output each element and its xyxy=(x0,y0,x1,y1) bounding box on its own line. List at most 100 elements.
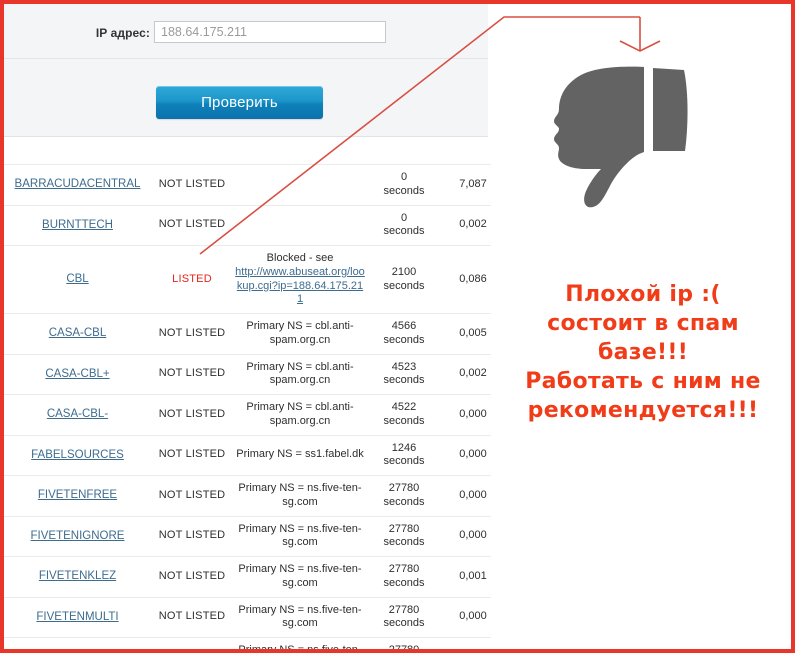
rbl-name-link[interactable]: CASA-CBL+ xyxy=(45,368,109,380)
table-row: BURNTTECH NOT LISTED 0 seconds 0,002 xyxy=(4,205,505,246)
reason-text: Primary NS = ns.five-ten-sg.com xyxy=(238,482,362,508)
rbl-name-link[interactable]: CASA-CBL- xyxy=(47,408,108,420)
rbl-name-link[interactable]: BARRACUDACENTRAL xyxy=(15,178,141,190)
reason-cell: Primary NS = ns.five-ten-sg.com xyxy=(233,516,367,557)
status-badge-listed: LISTED xyxy=(172,272,212,285)
status-cell: NOT LISTED xyxy=(151,313,233,355)
reason-cell: Primary NS = ns.five-ten-sg.com xyxy=(233,597,367,638)
reason-text: Primary NS = cbl.anti-spam.org.cn xyxy=(246,360,354,387)
status-cell: NOT LISTED xyxy=(151,516,233,557)
response-time-value: 7,087 xyxy=(459,177,487,190)
response-time-value: 0,000 xyxy=(459,529,487,542)
response-time-value: 0,002 xyxy=(459,218,487,231)
status-cell: NOT LISTED xyxy=(151,205,233,246)
status-cell: NOT LISTED xyxy=(151,637,233,649)
ttl-cell: 1246 seconds xyxy=(367,435,441,476)
ttl-unit: seconds xyxy=(383,225,425,238)
rbl-name-link[interactable]: CASA-CBL xyxy=(49,327,107,339)
ttl-cell: 4522 seconds xyxy=(367,394,441,436)
response-time-value: 0,001 xyxy=(459,569,487,582)
status-badge-not-listed: NOT LISTED xyxy=(158,407,226,420)
ttl-value: 0 xyxy=(400,211,408,224)
warning-line: рекомендуется!!! xyxy=(527,398,759,424)
rbl-name-cell: BURNTTECH xyxy=(4,205,151,246)
table-row: FIVETENMULTI NOT LISTED Primary NS = ns.fi… xyxy=(4,597,505,638)
reason-text: Primary NS = ns.five-ten-sg.com xyxy=(238,522,362,549)
rbl-name-cell: FIVETENKLEZ xyxy=(4,556,151,598)
ttl-unit: seconds xyxy=(383,184,425,197)
ttl-unit: seconds xyxy=(383,455,425,468)
reason-cell: Primary NS = ns.five-ten-sg.com xyxy=(233,475,367,517)
reason-text: Primary NS = cbl.anti-spam.org.cn xyxy=(246,320,354,346)
reason-text: Primary NS = cbl.anti-spam.org.cn xyxy=(246,401,354,427)
status-badge-not-listed: NOT LISTED xyxy=(158,326,226,339)
status-badge-not-listed: NOT LISTED xyxy=(158,177,226,190)
rbl-name-link[interactable]: BURNTTECH xyxy=(42,219,113,231)
rbl-name-cell: FIVETENMULTI xyxy=(4,597,151,638)
warning-message: Плохой ip :( состоит в спам базе!!! Работат… xyxy=(491,280,791,425)
reason-text: Primary NS = ss1.fabel.dk xyxy=(236,448,364,461)
ttl-value: 4566 xyxy=(391,320,417,332)
table-row: FIVETENFREE NOT LISTED Primary NS = ns.fiv… xyxy=(4,475,505,517)
response-time-value: 0,000 xyxy=(459,448,487,461)
status-badge-not-listed: NOT LISTED xyxy=(158,367,226,380)
status-badge-not-listed: NOT LISTED xyxy=(158,529,226,542)
check-button[interactable]: Проверить xyxy=(156,86,323,119)
response-time-value: 0,000 xyxy=(459,610,487,623)
rbl-name-cell: BARRACUDACENTRAL xyxy=(4,164,151,206)
reason-cell: Primary NS = ns.five-ten-sg.com xyxy=(233,556,367,598)
reason-cell: Primary NS = ns.five-ten-sg.com xyxy=(233,637,367,649)
reason-cell: Primary NS = cbl.anti-spam.org.cn xyxy=(233,354,367,395)
status-badge-not-listed: NOT LISTED xyxy=(158,218,226,231)
status-cell: NOT LISTED xyxy=(151,354,233,395)
ttl-cell: 4523 seconds xyxy=(367,354,441,395)
rbl-name-link[interactable]: FABELSOURCES xyxy=(31,449,124,461)
status-cell: NOT LISTED xyxy=(151,164,233,206)
rbl-name-link[interactable]: FIVETENFREE xyxy=(38,489,117,501)
ip-address-input[interactable] xyxy=(154,21,386,43)
status-badge-not-listed: NOT LISTED xyxy=(158,448,226,461)
reason-lookup-link[interactable]: http://www.abuseat.org/lookup.cgi?ip=188… xyxy=(235,266,365,306)
rbl-name-link[interactable]: CBL xyxy=(66,273,88,285)
rbl-name-link[interactable]: FIVETENKLEZ xyxy=(39,570,116,582)
ttl-value: 27780 xyxy=(388,563,420,575)
reason-text: Primary NS = ns.five-ten-sg.com xyxy=(238,603,362,630)
warning-line: Плохой ip :( xyxy=(565,282,721,307)
status-cell: NOT LISTED xyxy=(151,556,233,598)
annotation-pane: Плохой ip :( состоит в спам базе!!! Работат… xyxy=(491,4,791,649)
rbl-name-link[interactable]: FIVETENMULTI xyxy=(36,611,118,623)
table-row: BARRACUDACENTRAL NOT LISTED 0 seconds 7,087 xyxy=(4,164,505,206)
response-time-value: 0,005 xyxy=(459,326,487,339)
response-time-value: 0,086 xyxy=(459,272,487,285)
rbl-name-cell: FIVETENIGNORE xyxy=(4,516,151,557)
rbl-name-link[interactable]: FIVETENIGNORE xyxy=(31,530,125,542)
rbl-name-cell: FIVETENOPTIN xyxy=(4,637,151,649)
table-row: FIVETENIGNORE NOT LISTED Primary NS = ns.f… xyxy=(4,516,505,557)
ttl-unit: seconds xyxy=(383,414,425,427)
ttl-value: 1246 xyxy=(391,441,417,454)
status-cell: NOT LISTED xyxy=(151,435,233,476)
ttl-cell: 27780seconds xyxy=(367,637,441,649)
ttl-value: 4522 xyxy=(391,401,417,413)
ttl-value: 0 xyxy=(400,171,408,183)
ttl-unit: seconds xyxy=(383,495,425,508)
warning-line: состоит в спам xyxy=(547,311,739,337)
warning-line: базе!!! xyxy=(597,340,689,366)
reason-cell: Primary NS = ss1.fabel.dk xyxy=(233,435,367,476)
table-row: FIVETENOPTINNOT LISTED Primary NS = ns.fi… xyxy=(4,637,505,649)
status-badge-not-listed: NOT LISTED xyxy=(158,610,226,623)
status-badge-not-listed: NOT LISTED xyxy=(158,569,226,582)
table-row: CASA-CBL NOT LISTED Primary NS = cbl.anti-… xyxy=(4,313,505,355)
status-cell: NOT LISTED xyxy=(151,597,233,638)
rbl-name-cell: FABELSOURCES xyxy=(4,435,151,476)
ttl-cell: 2100 seconds xyxy=(367,245,441,314)
reason-cell xyxy=(233,205,367,246)
ttl-unit: seconds xyxy=(383,279,425,292)
status-cell: NOT LISTED xyxy=(151,475,233,517)
response-time-value: 0,002 xyxy=(459,367,487,380)
ttl-cell: 27780seconds xyxy=(367,516,441,557)
reason-cell: Blocked - see http://www.abuseat.org/look… xyxy=(233,245,367,314)
warning-line: Работать с ним не xyxy=(525,369,761,395)
rbl-name-cell: CASA-CBL xyxy=(4,313,151,355)
rbl-name-cell: FIVETENFREE xyxy=(4,475,151,517)
